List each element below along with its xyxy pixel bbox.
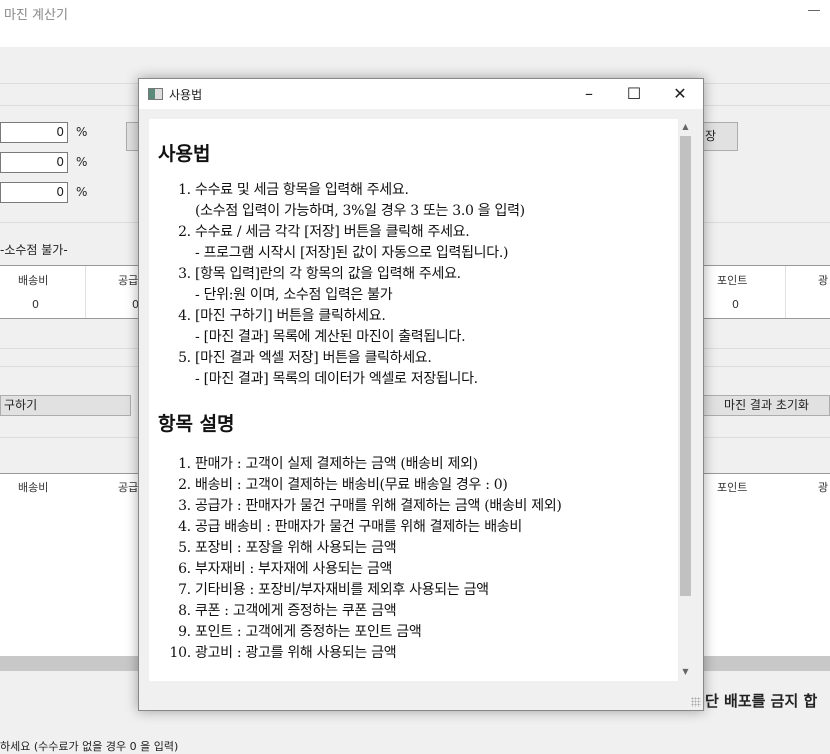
step-sub: - [마진 결과] 목록에 계산된 마진이 출력됩니다. <box>195 329 466 345</box>
item-desc: 쿠폰 : 고객에게 증정하는 쿠폰 금액 <box>195 601 562 622</box>
fee-input[interactable]: 0 <box>0 122 68 143</box>
close-button[interactable]: ✕ <box>657 79 703 109</box>
heading-usage: 사용법 <box>158 143 211 165</box>
col-header: 광 <box>818 274 829 287</box>
notice-text: 단 배포를 금지 합 <box>705 692 818 710</box>
reset-results-button[interactable]: 마진 결과 초기화 <box>703 395 830 416</box>
item-desc: 포장비 : 포장을 위해 사용되는 금액 <box>195 538 562 559</box>
dialog-title-bar[interactable]: 사용법 – ☐ ✕ <box>139 79 703 109</box>
step-item: 수수료 / 세금 각각 [저장] 버튼을 클릭해 주세요. - 프로그램 시작시 … <box>195 222 525 264</box>
item-desc: 공급가 : 판매자가 물건 구매를 위해 결제하는 금액 (배송비 제외) <box>195 496 562 517</box>
divider <box>85 266 86 318</box>
window-icon <box>148 88 163 100</box>
percent-label: % <box>76 155 88 169</box>
step-item: 수수료 및 세금 항목을 입력해 주세요. (소수점 입력이 가능하며, 3%일 … <box>195 180 525 222</box>
step-sub: - [마진 결과] 목록의 데이터가 엑셀로 저장됩니다. <box>195 371 478 387</box>
step-item: [마진 결과 엑셀 저장] 버튼을 클릭하세요. - [마진 결과] 목록의 데이… <box>195 348 525 390</box>
step-sub: (소수점 입력이 가능하며, 3%일 경우 3 또는 3.0 을 입력) <box>195 203 525 219</box>
minimize-button[interactable]: – <box>566 79 612 109</box>
help-dialog: 사용법 – ☐ ✕ 사용법 수수료 및 세금 항목을 입력해 주세요. (소수점 … <box>138 78 704 711</box>
tax-input[interactable]: 0 <box>0 152 68 173</box>
col-header: 배송비 <box>18 481 49 494</box>
step-text: 수수료 및 세금 항목을 입력해 주세요. <box>195 182 409 198</box>
rate-input[interactable]: 0 <box>0 182 68 203</box>
heading-items: 항목 설명 <box>158 413 235 435</box>
cell[interactable]: 0 <box>732 298 739 311</box>
app-title-bar: 마진 계산기 <box>0 0 830 47</box>
maximize-button[interactable]: ☐ <box>611 79 657 109</box>
step-text: [마진 결과 엑셀 저장] 버튼을 클릭하세요. <box>195 350 432 366</box>
step-item: [항목 입력]란의 각 항목의 값을 입력해 주세요. - 단위:원 이며, 소수… <box>195 264 525 306</box>
step-text: [마진 구하기] 버튼을 클릭하세요. <box>195 308 386 324</box>
item-desc: 기타비용 : 포장비/부자재비를 제외후 사용되는 금액 <box>195 580 562 601</box>
item-desc: 배송비 : 고객이 결제하는 배송비(무료 배송일 경우 : 0) <box>195 475 562 496</box>
item-desc: 포인트 : 고객에게 증정하는 포인트 금액 <box>195 622 562 643</box>
item-desc: 공급 배송비 : 판매자가 물건 구매를 위해 결제하는 배송비 <box>195 517 562 538</box>
col-header: 공급 <box>118 274 139 287</box>
scroll-down-icon[interactable]: ▼ <box>678 667 693 676</box>
step-item: [마진 구하기] 버튼을 클릭하세요. - [마진 결과] 목록에 계산된 마진이… <box>195 306 525 348</box>
step-sub: - 단위:원 이며, 소수점 입력은 불가 <box>195 287 393 303</box>
resize-grip-icon[interactable] <box>691 697 701 707</box>
scroll-thumb[interactable] <box>680 136 691 596</box>
percent-label: % <box>76 185 88 199</box>
percent-label: % <box>76 125 88 139</box>
decimal-note: -소수점 불가- <box>0 243 68 257</box>
scroll-up-icon[interactable]: ▲ <box>678 122 693 131</box>
minimize-icon[interactable] <box>808 10 820 11</box>
step-text: [항목 입력]란의 각 항목의 값을 입력해 주세요. <box>195 266 461 282</box>
item-desc: 판매가 : 고객이 실제 결제하는 금액 (배송비 제외) <box>195 454 562 475</box>
col-header: 포인트 <box>717 481 748 494</box>
help-content[interactable]: 사용법 수수료 및 세금 항목을 입력해 주세요. (소수점 입력이 가능하며, … <box>149 119 678 681</box>
calc-margin-button[interactable]: 구하기 <box>0 395 131 416</box>
app-title: 마진 계산기 <box>4 8 68 23</box>
items-list: 판매가 : 고객이 실제 결제하는 금액 (배송비 제외)배송비 : 고객이 결… <box>181 454 562 664</box>
item-desc: 부자재비 : 부자재에 사용되는 금액 <box>195 559 562 580</box>
col-header: 공급 <box>118 481 139 494</box>
vertical-scrollbar[interactable]: ▲ ▼ <box>678 119 693 681</box>
divider <box>785 266 786 318</box>
col-header: 광 <box>818 481 829 494</box>
step-sub: - 프로그램 시작시 [저장]된 값이 자동으로 입력됩니다.) <box>195 245 509 261</box>
cell[interactable]: 0 <box>32 298 39 311</box>
col-header: 포인트 <box>717 274 748 287</box>
steps-list: 수수료 및 세금 항목을 입력해 주세요. (소수점 입력이 가능하며, 3%일 … <box>181 180 525 390</box>
item-desc: 광고비 : 광고를 위해 사용되는 금액 <box>195 643 562 664</box>
dialog-title: 사용법 <box>169 88 203 102</box>
col-header: 배송비 <box>18 274 49 287</box>
step-text: 수수료 / 세금 각각 [저장] 버튼을 클릭해 주세요. <box>195 224 470 240</box>
